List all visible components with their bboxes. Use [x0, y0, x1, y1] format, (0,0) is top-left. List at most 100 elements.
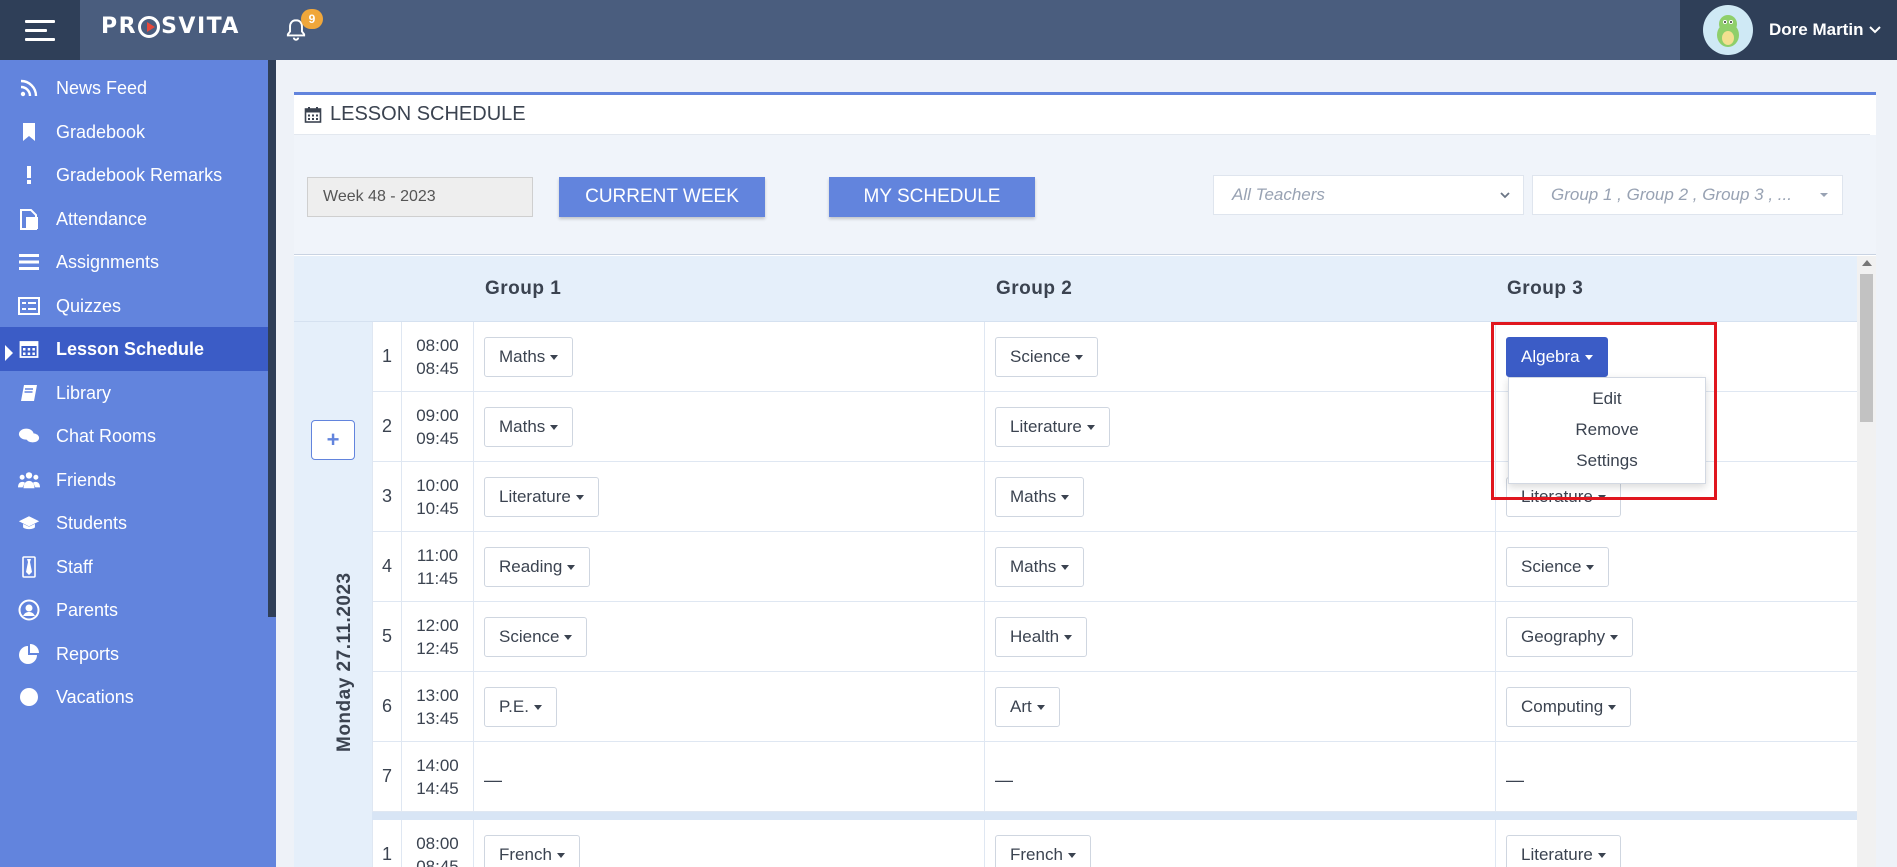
lesson-button[interactable]: Art — [995, 687, 1060, 727]
caret-down-icon — [1067, 852, 1076, 858]
my-schedule-button[interactable]: MY SCHEDULE — [829, 177, 1035, 217]
lesson-button[interactable]: Science — [484, 617, 588, 657]
end-time: 12:45 — [416, 638, 459, 658]
menu-item-settings[interactable]: Settings — [1509, 445, 1705, 476]
sidebar-item-label: Staff — [56, 556, 93, 577]
chevron-down-icon — [1500, 192, 1510, 199]
menu-item-remove[interactable]: Remove — [1509, 414, 1705, 445]
lesson-name: Algebra — [1521, 347, 1580, 366]
lesson-cell: Science — [1496, 532, 1857, 601]
lesson-button[interactable]: Algebra — [1506, 337, 1608, 377]
sidebar-scrollbar[interactable] — [268, 60, 276, 617]
caret-down-icon — [1064, 634, 1073, 640]
table-row: 5 12:00 12:45 Science Health Geography — [372, 602, 1857, 672]
sidebar-item-label: Chat Rooms — [56, 425, 157, 446]
sidebar-item-vacations[interactable]: Vacations — [0, 675, 268, 719]
table-row: 7 14:00 14:45 — — — — [372, 742, 1857, 812]
caret-down-icon — [1597, 852, 1606, 858]
lesson-name: Geography — [1521, 627, 1606, 646]
lesson-button[interactable]: French — [995, 835, 1091, 867]
start-time: 09:00 — [416, 405, 459, 425]
content-scrollbar[interactable] — [1857, 256, 1876, 867]
sidebar-item-label: Library — [56, 382, 112, 403]
lesson-cell: Literature — [985, 392, 1496, 461]
user-name: Dore Martin — [1769, 20, 1864, 39]
lesson-button[interactable]: Literature — [995, 407, 1110, 447]
sidebar-item-chat-rooms[interactable]: Chat Rooms — [0, 414, 268, 458]
add-lesson-button[interactable]: + — [311, 420, 355, 460]
sidebar-item-label: Reports — [56, 643, 120, 664]
lesson-button[interactable]: Computing — [1506, 687, 1632, 727]
lesson-button[interactable]: Maths — [995, 547, 1085, 587]
lesson-dropdown-menu: Edit Remove Settings — [1508, 377, 1706, 484]
empty-lesson: — — [1506, 770, 1524, 790]
graduation-cap-icon — [18, 512, 40, 534]
sidebar-item-friends[interactable]: Friends — [0, 458, 268, 502]
lesson-name: Computing — [1521, 697, 1604, 716]
lesson-button[interactable]: Maths — [484, 407, 574, 447]
menu-item-edit[interactable]: Edit — [1509, 383, 1705, 414]
sidebar-item-staff[interactable]: Staff — [0, 545, 268, 589]
lesson-button[interactable]: Science — [1506, 547, 1610, 587]
teachers-select-value: All Teachers — [1232, 185, 1325, 204]
caret-down-icon — [550, 354, 559, 360]
top-bar: PR SVITA 9 Dore Martin — [0, 0, 1897, 60]
sidebar-item-label: Vacations — [56, 686, 134, 707]
lesson-button[interactable]: Geography — [1506, 617, 1634, 657]
sidebar-item-news-feed[interactable]: News Feed — [0, 66, 268, 110]
sidebar-item-students[interactable]: Students — [0, 501, 268, 545]
scrollbar-thumb[interactable] — [1860, 274, 1873, 422]
lesson-button[interactable]: Maths — [484, 337, 574, 377]
lesson-button[interactable]: Literature — [1506, 835, 1621, 867]
sidebar-item-lesson-schedule[interactable]: Lesson Schedule — [0, 327, 268, 371]
lesson-cell: Art — [985, 672, 1496, 741]
sidebar-item-quizzes[interactable]: Quizzes — [0, 284, 268, 328]
lesson-time: 08:00 08:45 — [402, 322, 474, 391]
user-menu[interactable]: Dore Martin — [1680, 0, 1897, 60]
sidebar-item-label: Gradebook — [56, 121, 146, 142]
logo-text-end: SVITA — [161, 14, 240, 39]
lesson-time: 14:00 14:45 — [402, 742, 474, 811]
table-row: 6 13:00 13:45 P.E. Art Computing — [372, 672, 1857, 742]
app-logo[interactable]: PR SVITA — [101, 14, 240, 39]
sidebar-item-library[interactable]: Library — [0, 371, 268, 415]
sidebar-item-gradebook-remarks[interactable]: Gradebook Remarks — [0, 153, 268, 197]
lesson-time: 08:00 08:45 — [402, 820, 474, 867]
caret-down-icon — [1584, 354, 1593, 360]
schedule-header-row: Group 1 Group 2 Group 3 — [294, 256, 1857, 322]
lesson-button[interactable]: French — [484, 835, 580, 867]
chat-icon — [18, 425, 40, 447]
sidebar-item-reports[interactable]: Reports — [0, 632, 268, 676]
sidebar-item-parents[interactable]: Parents — [0, 588, 268, 632]
caret-down-icon — [1086, 424, 1095, 430]
sidebar-item-gradebook[interactable]: Gradebook — [0, 110, 268, 154]
week-field[interactable]: Week 48 - 2023 — [307, 177, 533, 217]
lesson-button[interactable]: Science — [995, 337, 1099, 377]
day-label: Monday 27.11.2023 — [334, 572, 355, 752]
lesson-number: 2 — [372, 392, 402, 461]
lesson-button[interactable]: Literature — [484, 477, 599, 517]
lesson-number: 7 — [372, 742, 402, 811]
group-header: Group 2 — [996, 278, 1073, 299]
lesson-cell: Maths — [474, 322, 985, 391]
lesson-button[interactable]: Reading — [484, 547, 591, 587]
caret-down-icon — [1610, 634, 1619, 640]
lesson-time: 13:00 13:45 — [402, 672, 474, 741]
current-week-button[interactable]: CURRENT WEEK — [559, 177, 765, 217]
lesson-button[interactable]: Health — [995, 617, 1088, 657]
lesson-time: 10:00 10:45 — [402, 462, 474, 531]
lesson-button[interactable]: Maths — [995, 477, 1085, 517]
lesson-name: French — [1010, 845, 1063, 864]
end-time: 08:45 — [416, 856, 459, 867]
lesson-cell: Geography — [1496, 602, 1857, 671]
avatar — [1703, 5, 1753, 55]
groups-select[interactable]: Group 1 , Group 2 , Group 3 , ... — [1532, 175, 1843, 215]
sidebar-item-assignments[interactable]: Assignments — [0, 240, 268, 284]
teachers-select[interactable]: All Teachers — [1213, 175, 1524, 215]
lesson-cell: French — [985, 820, 1496, 867]
caret-down-icon — [1597, 494, 1606, 500]
sidebar-item-attendance[interactable]: Attendance — [0, 197, 268, 241]
scroll-up-icon[interactable] — [1862, 260, 1872, 266]
menu-toggle-button[interactable] — [0, 0, 80, 60]
lesson-button[interactable]: P.E. — [484, 687, 557, 727]
